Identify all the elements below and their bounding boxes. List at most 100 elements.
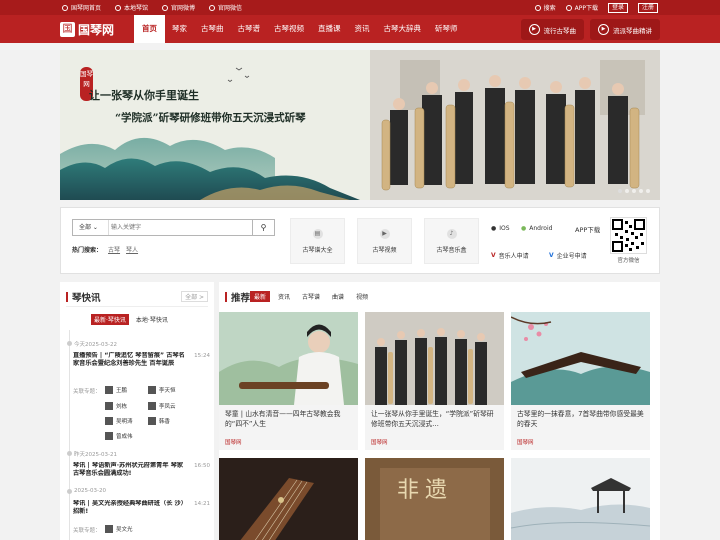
musician-apply-button[interactable]: V 音乐人申请: [491, 251, 529, 260]
banner-dot[interactable]: [625, 189, 629, 193]
top-search-link[interactable]: 搜索: [534, 3, 556, 12]
article-thumbnail: [219, 312, 358, 405]
music-note-icon: ♪: [446, 228, 457, 239]
person-tag[interactable]: 吴明涛: [105, 417, 133, 425]
recommend-tab[interactable]: 资讯: [274, 291, 294, 302]
video-button[interactable]: ▶ 古琴视频: [357, 218, 412, 264]
nav-item[interactable]: 资讯: [348, 15, 377, 43]
search-panel: 全部 ⌄ ⚲ 热门搜索： 古琴 琴人 ▤ 古琴谱大全 ▶ 古琴视频 ♪ 古琴音乐…: [60, 207, 660, 274]
nav-item[interactable]: 首页: [134, 15, 165, 43]
nav-item[interactable]: 古琴大辞典: [377, 15, 429, 43]
search-input[interactable]: [111, 221, 251, 234]
app-download-label[interactable]: APP下载: [575, 224, 600, 234]
wechat-qr-code: [610, 217, 647, 254]
banner-photo: [370, 50, 660, 200]
article-card[interactable]: 古琴里的一抹春意，7首琴曲带你感受最美的春天 国琴网: [511, 312, 650, 450]
logo-mark: 国: [60, 21, 75, 37]
android-download[interactable]: ● Android: [521, 225, 552, 232]
news-item-title[interactable]: 琴讯 | 吴文光亲授经典琴曲研班（长 沙）招新!: [73, 500, 188, 516]
related-topics-label: 关联专题：: [73, 389, 101, 395]
article-card[interactable]: [511, 458, 650, 540]
video-icon: ▶: [379, 228, 390, 239]
recommend-tab[interactable]: 古琴谱: [298, 291, 324, 302]
recommend-heading: 推荐: [225, 290, 250, 304]
banner-dot[interactable]: [618, 189, 622, 193]
hot-keyword[interactable]: 古琴: [108, 245, 120, 254]
person-tag[interactable]: 曾成伟: [105, 432, 133, 440]
recommend-tab[interactable]: 曲谱: [328, 291, 348, 302]
recommend-tab[interactable]: 视频: [352, 291, 372, 302]
local-studio-link[interactable]: 本地琴馆: [115, 3, 148, 12]
article-thumbnail: [365, 312, 504, 405]
search-button[interactable]: ⚲: [252, 220, 274, 235]
score-library-button[interactable]: ▤ 古琴谱大全: [290, 218, 345, 264]
enterprise-apply-button[interactable]: V 企业号申请: [549, 251, 587, 260]
article-card[interactable]: 琴童 | 山水有清音——四年古琴教会我的“四不”人生 国琴网: [219, 312, 358, 450]
location-icon: [115, 4, 122, 11]
nav-item[interactable]: 斫琴师: [428, 15, 465, 43]
music-box-button[interactable]: ♪ 古琴音乐盒: [424, 218, 479, 264]
tab-local-news[interactable]: 本地·琴快讯: [133, 314, 171, 325]
apple-icon: ●: [491, 225, 497, 232]
android-icon: ●: [521, 225, 527, 232]
home-icon: [62, 4, 68, 11]
news-date: 昨天2025-03-21: [74, 452, 117, 458]
article-source: 国琴网: [371, 440, 388, 446]
nav-item[interactable]: 古琴视频: [267, 15, 311, 43]
verified-icon: V: [549, 252, 554, 259]
ios-download[interactable]: ● IOS: [491, 225, 510, 232]
top-bar: 国琴网首页 本地琴馆 官网微博 官网微信 搜索 APP下载 登录 注册: [0, 0, 720, 15]
tab-latest-news[interactable]: 最新·琴快讯: [91, 314, 129, 325]
hot-keyword[interactable]: 琴人: [126, 245, 138, 254]
play-icon: ▶: [528, 24, 540, 35]
register-button[interactable]: 注册: [637, 2, 658, 13]
home-link[interactable]: 国琴网首页: [62, 3, 101, 12]
article-card[interactable]: 让一张琴从你手里诞生，“学院派”斫琴研修班带你五天沉浸式… 国琴网: [365, 312, 504, 450]
banner-dot[interactable]: [632, 189, 636, 193]
avatar: [105, 386, 113, 394]
news-time: 14:21: [194, 501, 210, 507]
nav-item[interactable]: 古琴曲: [194, 15, 231, 43]
search-scope-select[interactable]: 全部 ⌄: [73, 220, 109, 235]
school-lecture-button[interactable]: ▶ 流派琴曲精讲: [590, 19, 660, 40]
logo-text: 国琴网: [78, 22, 115, 37]
app-promo: ● IOS ● Android APP下载 V 音乐人申请 V 企业号申请: [487, 218, 605, 264]
banner-dot[interactable]: [646, 189, 650, 193]
nav-item[interactable]: 直播课: [311, 15, 348, 43]
news-time: 16:50: [194, 463, 210, 469]
news-panel: 琴快讯 全部 > 最新·琴快讯 本地·琴快讯 今天2025-03-22 直播预告…: [60, 282, 214, 540]
avatar: [105, 402, 113, 410]
wechat-link[interactable]: 官网微信: [209, 3, 242, 12]
avatar: [148, 386, 156, 394]
search-field: 全部 ⌄ ⚲: [72, 219, 275, 236]
related-topics-label: 关联专题：: [73, 528, 101, 534]
person-tag[interactable]: 王鹏: [105, 386, 127, 394]
score-icon: ▤: [312, 228, 323, 239]
site-logo[interactable]: 国 国琴网: [60, 19, 114, 39]
article-thumbnail: [511, 458, 650, 540]
person-tag[interactable]: 李天恒: [148, 386, 176, 394]
article-title: 古琴里的一抹春意，7首琴曲带你感受最美的春天: [517, 410, 644, 428]
recommend-tab[interactable]: 最新: [250, 291, 271, 302]
article-card[interactable]: 非遗: [365, 458, 504, 540]
nav-item[interactable]: 古琴谱: [231, 15, 268, 43]
article-card[interactable]: [219, 458, 358, 540]
news-item-title[interactable]: 直播预告 | “广陵追忆 琴音留痕” 古琴名家音乐会暨纪念刘善珍先生 百年诞辰: [73, 352, 188, 368]
hero-banner[interactable]: 国琴网 让一张琴从你手里诞生 “学院派”斫琴研修班带你五天沉浸式斫琴: [60, 50, 660, 200]
app-download-link[interactable]: APP下载: [565, 3, 598, 12]
person-tag[interactable]: 韩香: [148, 417, 170, 425]
weibo-link[interactable]: 官网微博: [162, 3, 195, 12]
person-tag[interactable]: 吴文光: [105, 525, 133, 533]
login-button[interactable]: 登录: [607, 2, 628, 13]
news-item-title[interactable]: 琴讯 | 琴语新声·苏州状元府第青年 琴家古琴音乐会圆满成功!: [73, 462, 188, 478]
popular-music-button[interactable]: ▶ 流行古琴曲: [520, 19, 584, 40]
avatar: [105, 417, 113, 425]
banner-dot[interactable]: [639, 189, 643, 193]
nav-items: 首页 琴家 古琴曲 古琴谱 古琴视频 直播课 资讯 古琴大辞典 斫琴师: [134, 15, 465, 43]
nav-item[interactable]: 琴家: [165, 15, 194, 43]
person-tag[interactable]: 刘栋: [105, 402, 127, 410]
news-more-link[interactable]: 全部 >: [181, 291, 208, 302]
person-tag[interactable]: 李凤云: [148, 402, 176, 410]
avatar: [148, 417, 156, 425]
chevron-down-icon: ⌄: [91, 224, 98, 231]
